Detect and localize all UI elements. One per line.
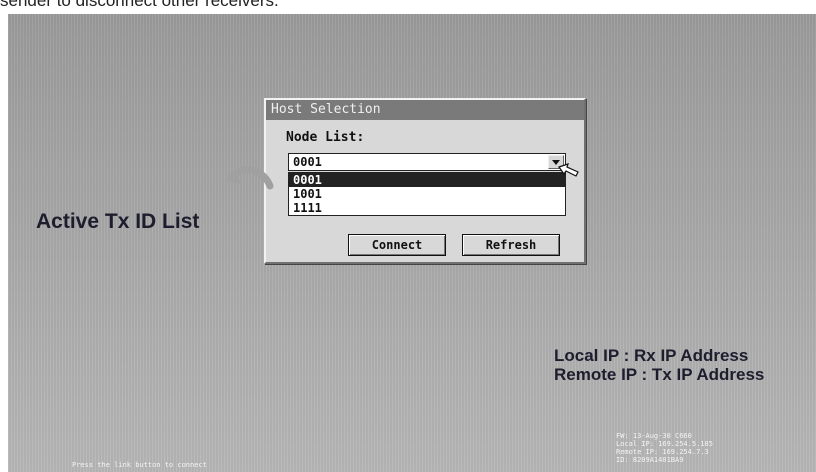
node-option[interactable]: 0001 <box>289 173 565 187</box>
remote-ip-readout: Remote IP: 169.254.7.3 <box>616 448 709 456</box>
local-ip-annotation: Local IP : Rx IP Address <box>554 346 749 365</box>
curved-arrow-icon <box>224 166 274 190</box>
status-message: Press the link button to connect <box>72 461 207 469</box>
node-list-label: Node List: <box>286 130 365 145</box>
device-id: ID: 8209A1401BA9 <box>616 456 684 464</box>
connect-button[interactable]: Connect <box>348 234 446 256</box>
host-selection-dialog: Host Selection Node List: 0001 0001 1001… <box>264 98 586 264</box>
page-caption: sender to disconnect other receivers. <box>0 0 279 10</box>
node-option[interactable]: 1111 <box>289 201 565 215</box>
mouse-pointer-icon <box>558 163 579 177</box>
node-option[interactable]: 1001 <box>289 187 565 201</box>
combo-selected-value: 0001 <box>293 155 322 169</box>
kvm-screen: Host Selection Node List: 0001 0001 1001… <box>8 14 816 472</box>
active-tx-id-list-annotation: Active Tx ID List <box>36 210 200 233</box>
remote-ip-annotation: Remote IP : Tx IP Address <box>554 365 765 384</box>
local-ip-readout: Local IP: 169.254.5.185 <box>616 440 713 448</box>
refresh-button[interactable]: Refresh <box>462 234 560 256</box>
status-info-block: FW: 13-Aug-30 C660 Local IP: 169.254.5.1… <box>616 432 713 464</box>
node-list-combobox[interactable]: 0001 <box>288 153 566 171</box>
node-list-dropdown: 0001 1001 1111 <box>288 172 566 216</box>
dialog-title: Host Selection <box>266 100 584 120</box>
fw-version: FW: 13-Aug-30 C660 <box>616 432 692 440</box>
